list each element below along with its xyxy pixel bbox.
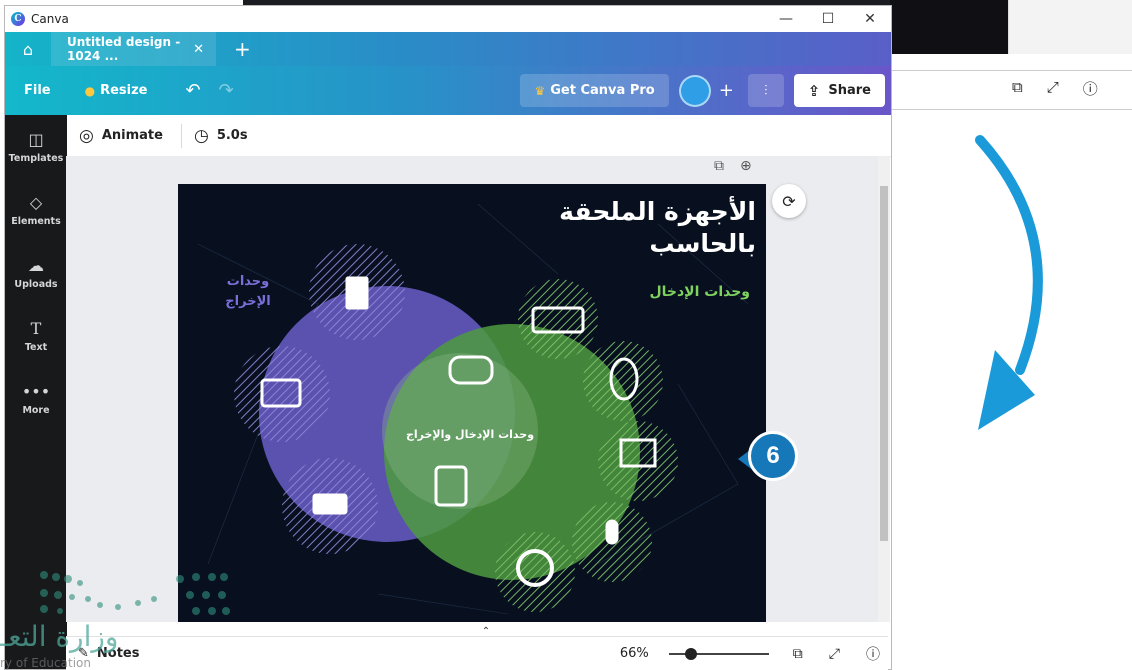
scrollbar-thumb[interactable] xyxy=(880,186,888,541)
avatar[interactable] xyxy=(678,74,711,107)
get-pro-button[interactable]: ♛ Get Canva Pro xyxy=(520,74,669,107)
resize-label: Resize xyxy=(100,83,148,98)
redo-button[interactable]: ↷ xyxy=(219,80,234,101)
fullscreen-icon[interactable]: ⤢ xyxy=(829,646,840,662)
add-people-button[interactable]: + xyxy=(719,80,734,101)
design-title: الأجهزة الملحقة بالحاسب xyxy=(559,197,756,258)
sidebar-item-templates[interactable]: ◫ Templates xyxy=(5,115,67,178)
share-icon: ⇪ xyxy=(807,81,821,100)
window-title: Canva xyxy=(31,12,69,26)
background-panel xyxy=(1008,0,1132,54)
duplicate-page-icon[interactable]: ⧉ xyxy=(714,158,724,174)
tab-design[interactable]: Untitled design - 1024 ... ✕ xyxy=(51,32,216,66)
annotation-arrow-icon xyxy=(975,135,1043,430)
crown-icon: ● xyxy=(84,83,96,98)
zoom-slider-knob[interactable] xyxy=(685,647,698,660)
elements-icon: ◇ xyxy=(29,192,43,212)
animate-label: Animate xyxy=(101,128,163,143)
sidebar-item-label: More xyxy=(22,404,50,416)
tab-bar: ⌂ Untitled design - 1024 ... ✕ + xyxy=(5,32,891,66)
share-button[interactable]: ⇪ Share xyxy=(793,74,885,107)
get-pro-label: Get Canva Pro xyxy=(550,83,655,98)
design-canvas[interactable]: الأجهزة الملحقة بالحاسب وحدات الإدخال وح… xyxy=(178,184,766,622)
sidebar-item-elements[interactable]: ◇ Elements xyxy=(5,178,67,241)
help-icon[interactable]: ⓘ xyxy=(1083,78,1098,99)
page-count-icon[interactable]: ⧉ xyxy=(793,646,803,662)
step-number: 6 xyxy=(748,431,798,481)
clock-icon: ◷ xyxy=(193,125,209,146)
background-image xyxy=(890,0,1008,54)
divider xyxy=(180,123,182,148)
text-icon: T xyxy=(30,318,42,338)
context-toolbar: ◎ Animate ◷ 5.0s xyxy=(67,115,891,157)
refresh-design-button[interactable]: ⟳ xyxy=(772,184,806,218)
speaker-icon xyxy=(345,276,369,310)
output-units-label: وحدات الإخراج xyxy=(225,274,271,309)
home-icon[interactable]: ⌂ xyxy=(5,40,51,59)
file-menu-button[interactable]: File xyxy=(24,83,51,98)
background-bottombar-icons: ⧉ ⤢ ⓘ xyxy=(1012,78,1098,99)
zoom-level[interactable]: 66% xyxy=(620,646,649,661)
sidebar-item-uploads[interactable]: ☁ Uploads xyxy=(5,241,67,304)
sidebar-item-label: Uploads xyxy=(14,278,58,290)
page-count-icon[interactable]: ⧉ xyxy=(1012,78,1023,99)
insights-button[interactable]: ⫶ xyxy=(747,74,784,107)
input-units-label: وحدات الإدخال xyxy=(649,284,750,300)
uploads-icon: ☁ xyxy=(28,255,44,275)
resize-button[interactable]: ● Resize xyxy=(85,83,148,98)
io-units-label: وحدات الإدخال والإخراج xyxy=(405,428,535,441)
printer-icon xyxy=(312,493,348,515)
close-window-button[interactable]: ✕ xyxy=(849,11,891,27)
sidebar-item-label: Elements xyxy=(11,215,61,227)
step-badge: 6 xyxy=(738,431,798,489)
more-icon: ••• xyxy=(21,381,51,401)
maximize-button[interactable]: ☐ xyxy=(807,11,849,27)
microphone-icon xyxy=(605,519,619,545)
animate-icon: ◎ xyxy=(79,125,94,146)
duration-label: 5.0s xyxy=(216,128,248,143)
add-page-icon[interactable]: ⊕ xyxy=(740,158,752,174)
zoom-slider[interactable] xyxy=(668,647,769,660)
bottom-bar: ✎ Notes 66% ⧉ ⤢ ⓘ xyxy=(66,636,888,670)
vertical-scrollbar[interactable] xyxy=(878,156,890,622)
duration-button[interactable]: ◷ 5.0s xyxy=(194,126,248,146)
canva-logo-icon: C xyxy=(11,12,25,26)
share-label: Share xyxy=(828,83,871,98)
watermark-subtext: ry of Education xyxy=(0,656,91,670)
editor-toolbar: File ● Resize ↶ ↷ ♛ Get Canva Pro + ⫶ ⇪ … xyxy=(5,66,891,115)
close-tab-icon[interactable]: ✕ xyxy=(193,42,204,57)
animate-button[interactable]: ◎ Animate xyxy=(79,126,163,146)
new-tab-button[interactable]: + xyxy=(234,37,251,61)
tab-label: Untitled design - 1024 ... xyxy=(67,35,181,63)
window-titlebar: C Canva — ☐ ✕ xyxy=(5,6,891,32)
undo-button[interactable]: ↶ xyxy=(186,80,201,101)
minimize-button[interactable]: — xyxy=(765,11,807,27)
sidebar-item-more[interactable]: ••• More xyxy=(5,367,67,430)
side-panel: ◫ Templates ◇ Elements ☁ Uploads T Text … xyxy=(5,115,67,669)
sidebar-item-label: Text xyxy=(24,341,48,353)
templates-icon: ◫ xyxy=(28,129,44,149)
page-actions: ⧉ ⊕ xyxy=(714,158,752,174)
sidebar-item-label: Templates xyxy=(8,152,64,164)
background-window xyxy=(890,0,1132,120)
help-icon[interactable]: ⓘ xyxy=(866,644,880,664)
watermark-text: وزارة التعـ xyxy=(0,620,119,653)
fullscreen-icon[interactable]: ⤢ xyxy=(1047,78,1059,99)
crown-icon: ♛ xyxy=(534,83,546,98)
sidebar-item-text[interactable]: T Text xyxy=(5,304,67,367)
